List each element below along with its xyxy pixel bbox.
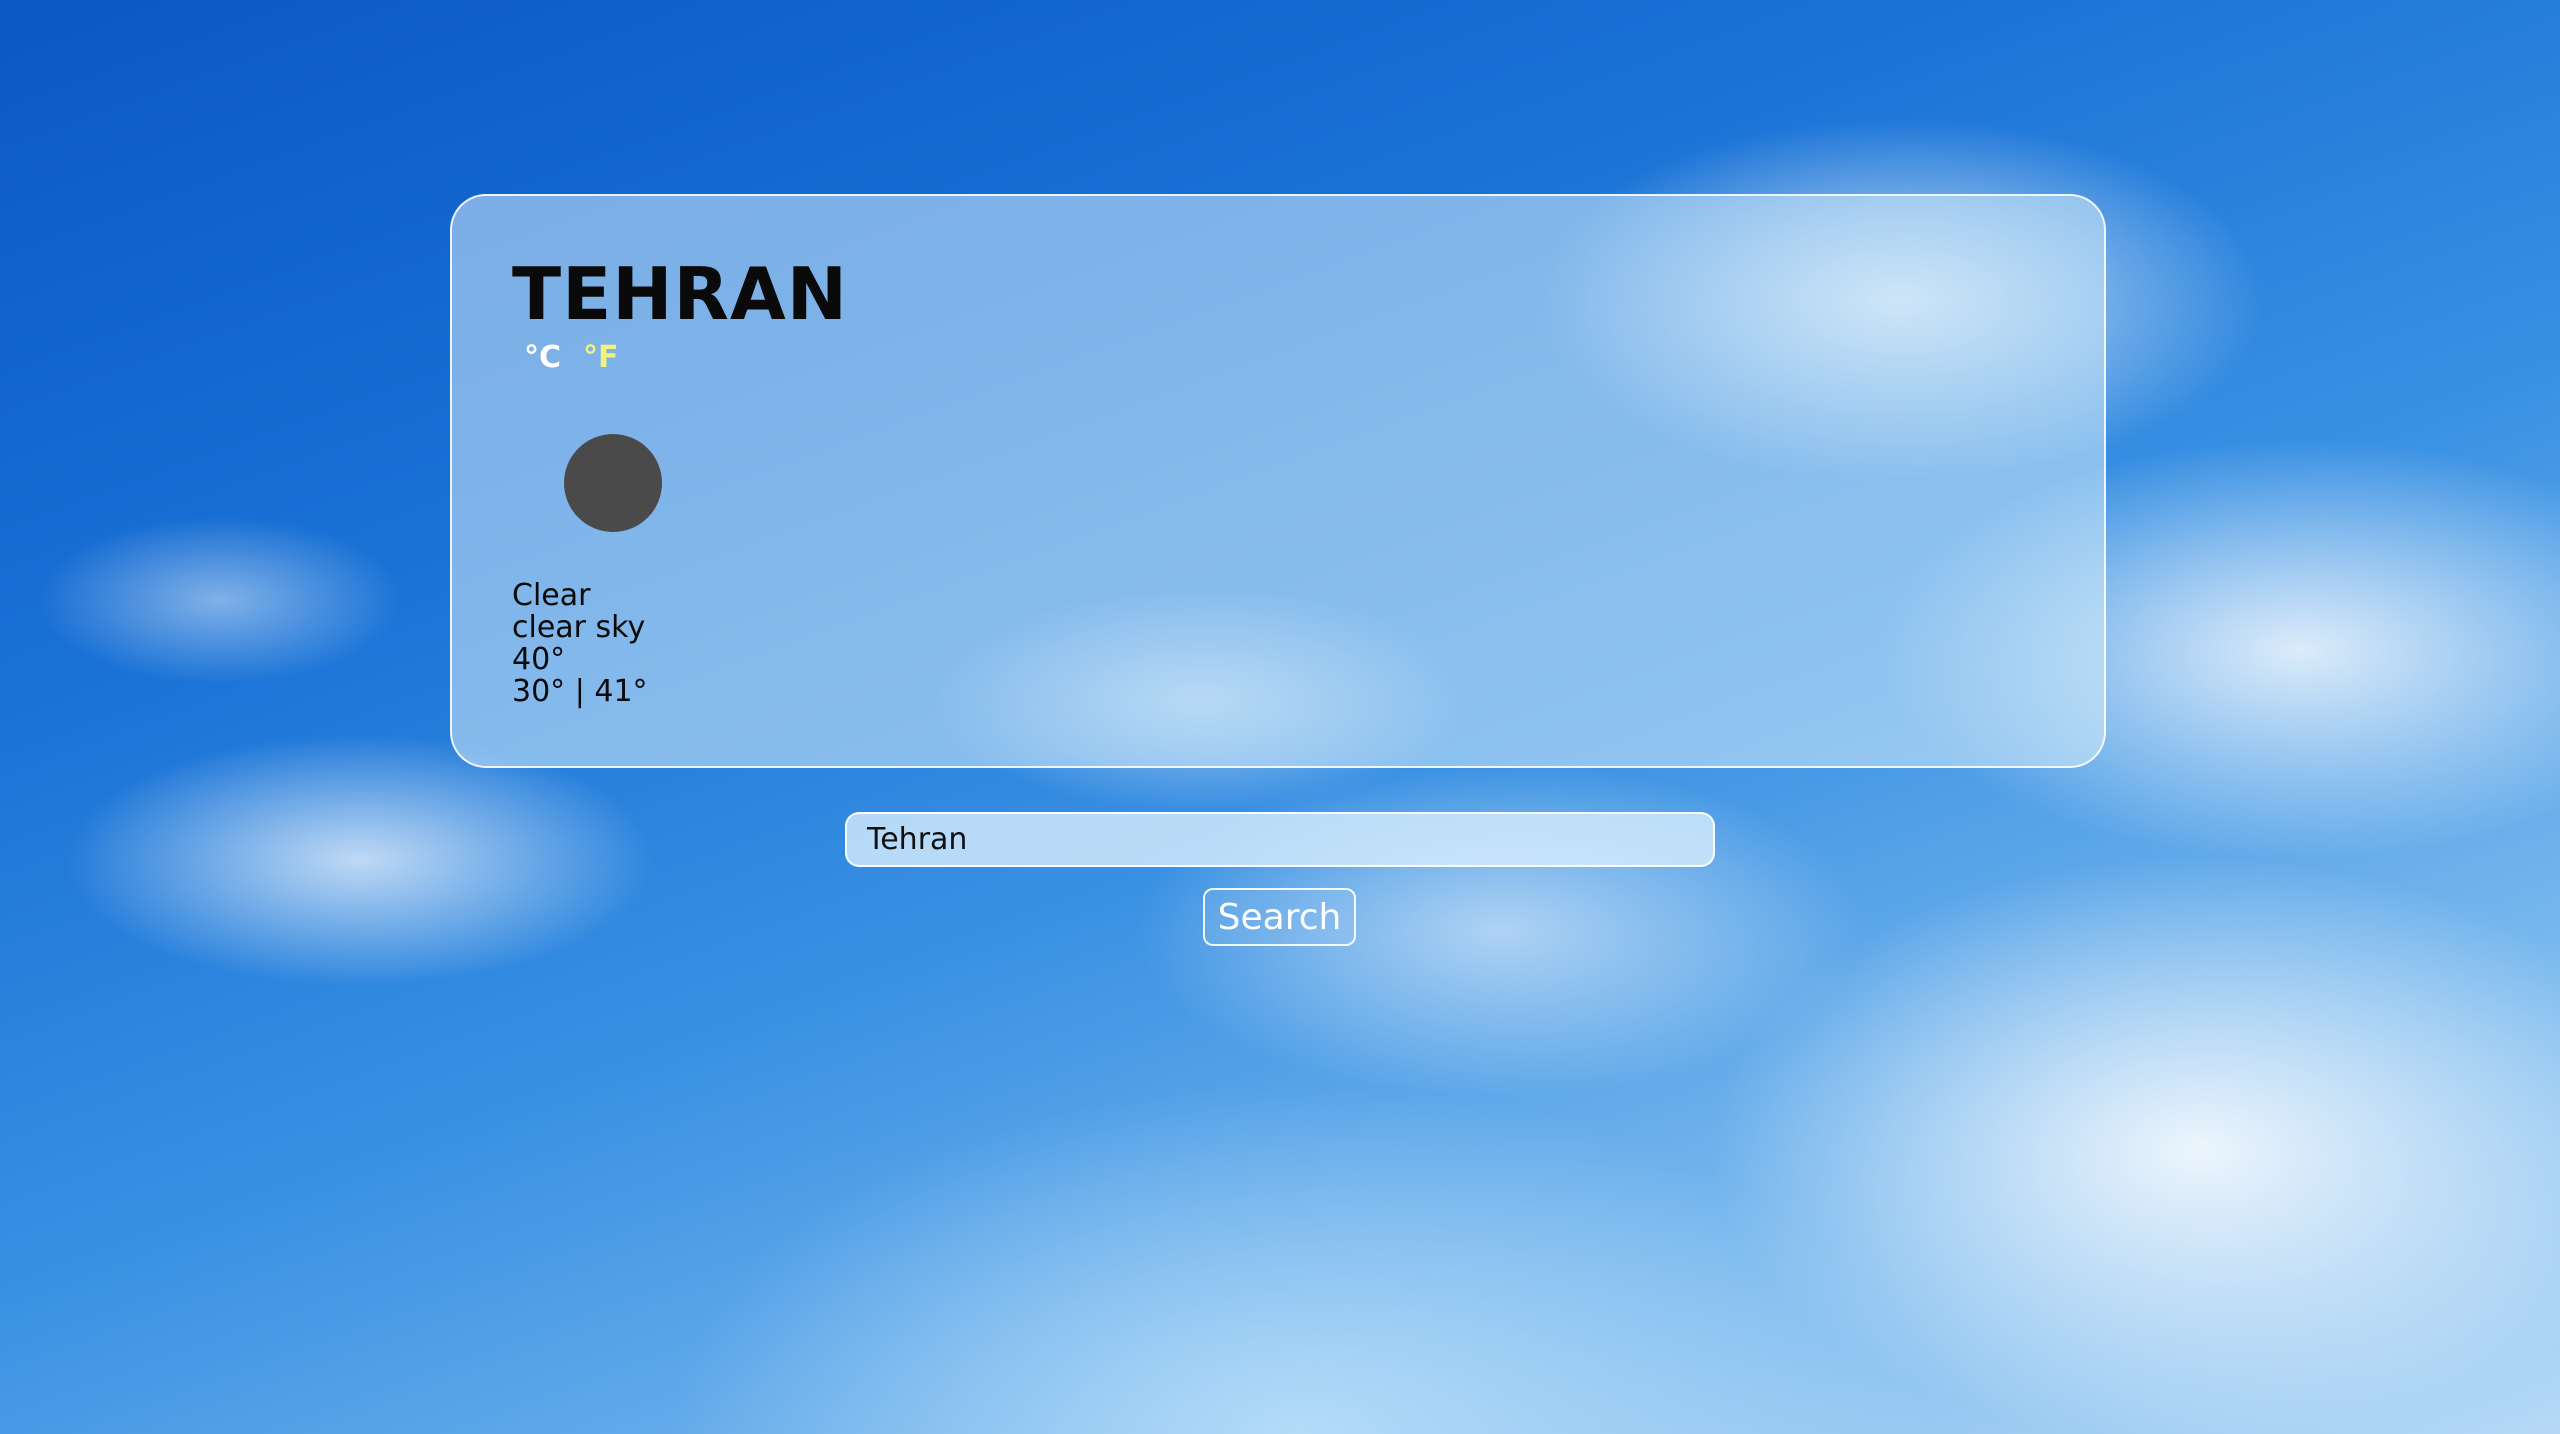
unit-toggle: °C °F	[524, 340, 619, 375]
fahrenheit-toggle[interactable]: °F	[583, 340, 619, 375]
weather-main: Clear	[512, 578, 591, 613]
city-name: TEHRAN	[512, 252, 848, 336]
current-temperature: 40°	[512, 642, 566, 677]
celsius-toggle[interactable]: °C	[524, 340, 561, 375]
min-max-temperature: 30° | 41°	[512, 674, 648, 709]
weather-card: TEHRAN °C °F Clear clear sky 40° 30° | 4…	[450, 194, 2106, 768]
weather-details: Clear clear sky 40° 30° | 41°	[512, 580, 648, 708]
weather-description: clear sky	[512, 610, 646, 645]
weather-icon	[564, 434, 662, 532]
city-search-input[interactable]	[845, 812, 1715, 867]
search-button[interactable]: Search	[1203, 888, 1356, 946]
